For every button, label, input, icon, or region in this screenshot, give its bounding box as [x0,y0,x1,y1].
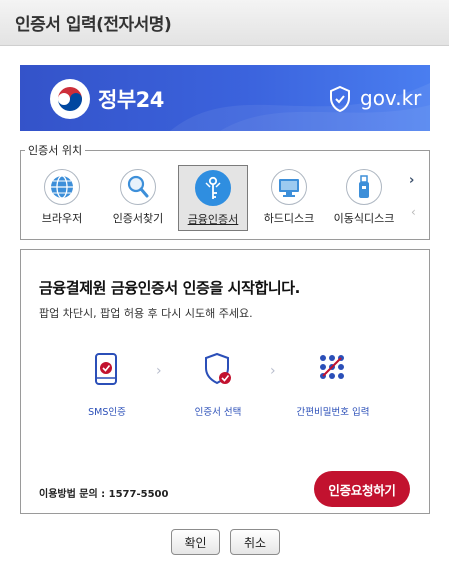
panel-heading: 금융결제원 금융인증서 인증을 시작합니다. [39,279,300,297]
confirm-button[interactable]: 확인 [171,529,220,555]
banner-brand: 정부24 [98,88,164,112]
taegeuk-emblem-icon [50,79,90,119]
location-browser-label: 브라우저 [41,212,83,225]
contact-info: 이용방법 문의 : 1577-5500 [39,489,169,500]
panel-subtext: 팝업 차단시, 팝업 허용 후 다시 시도해 주세요. [39,307,253,320]
location-hard-disk-label: 하드디스크 [263,212,315,225]
financial-certificate-panel: 금융결제원 금융인증서 인증을 시작합니다. 팝업 차단시, 팝업 허용 후 다… [20,249,430,514]
location-browser[interactable]: 브라우저 [27,165,97,231]
location-legend: 인증서 위치 [25,142,86,158]
location-find-label: 인증서찾기 [112,212,164,225]
monitor-icon [271,169,307,205]
title-bar: 인증서 입력(전자서명) [0,0,449,46]
request-authentication-button[interactable]: 인증요청하기 [314,471,410,507]
step-arrow-icon: › [270,363,276,379]
step-password-caption: 간편비밀번호 입력 [296,407,370,418]
certificate-location-group: 인증서 위치 브라우저 인증서찾기 금융인증서 하드디스크 이동식디스크 › ‹ [20,142,430,240]
step-arrow-icon: › [156,363,162,379]
scroll-left-arrow-icon[interactable]: ‹ [411,205,416,219]
banner-site: gov.kr [360,86,422,110]
location-removable-label: 이동식디스크 [333,212,395,225]
location-financial-label: 금융인증서 [187,213,239,226]
key-icon [195,170,231,206]
step-simple-password: 간편비밀번호 입력 [283,350,383,418]
window-title: 인증서 입력(전자서명) [15,15,172,35]
location-hard-disk[interactable]: 하드디스크 [254,165,324,231]
location-financial-certificate[interactable]: 금융인증서 [178,165,248,231]
cancel-button[interactable]: 취소 [230,529,280,555]
pattern-icon [320,355,344,379]
shield-check-outline-icon [330,85,350,113]
step-select-certificate: 인증서 선택 [168,350,268,418]
gov24-banner: 정부24 gov.kr [20,65,430,131]
scroll-right-arrow-icon[interactable]: › [409,173,414,188]
location-removable-disk[interactable]: 이동식디스크 [329,165,399,231]
step-select-caption: 인증서 선택 [194,407,242,418]
globe-icon [44,169,80,205]
location-find-certificate[interactable]: 인증서찾기 [103,165,173,231]
usb-icon [346,169,382,205]
phone-check-icon [95,353,117,385]
step-sms-caption: SMS인증 [88,407,126,418]
magnifier-icon [120,169,156,205]
step-sms: SMS인증 [57,350,157,418]
shield-check-icon [205,352,231,385]
